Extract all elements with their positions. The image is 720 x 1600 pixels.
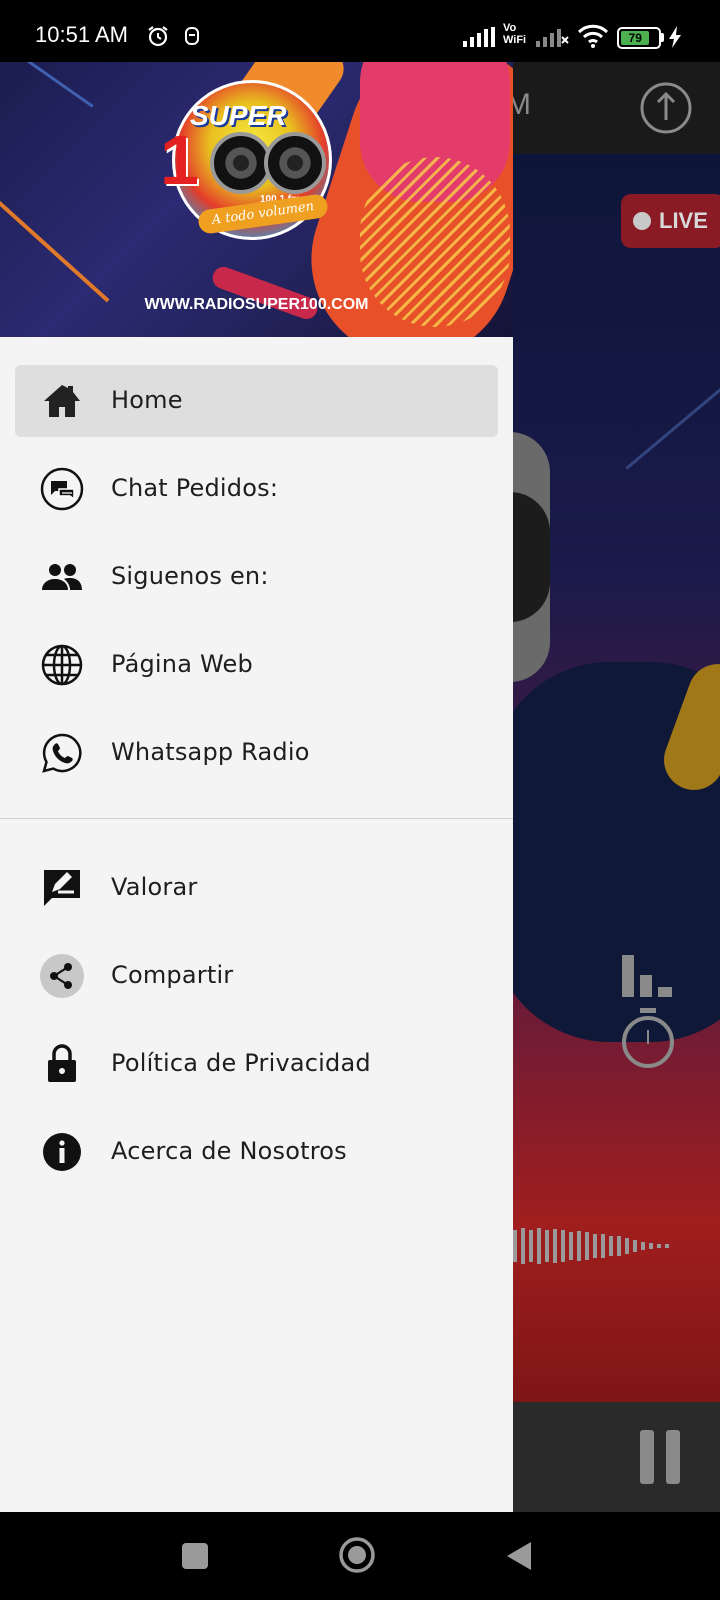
station-logo: SUPER 1 100.1 fm A todo volumen [160, 80, 335, 242]
status-bar: 10:51 AM Vo WiFi 79 [0, 0, 720, 62]
menu-item-valorar[interactable]: Valorar [0, 849, 513, 937]
whatsapp-icon [40, 731, 84, 775]
logo-super-text: SUPER [190, 100, 287, 131]
info-icon [40, 1130, 84, 1174]
menu-item-siguenos[interactable]: Siguenos en: [0, 538, 513, 626]
menu-item-politica-privacidad[interactable]: Política de Privacidad [0, 1025, 513, 1113]
alarm-icon [148, 26, 168, 47]
stats-icon[interactable] [622, 955, 674, 997]
signal-icon [536, 29, 569, 47]
rate-icon [40, 866, 84, 910]
vowifi-indicator: Vo WiFi [503, 22, 527, 46]
waveform-icon [513, 1228, 669, 1264]
status-time: 10:51 AM [35, 22, 128, 47]
pause-button[interactable] [640, 1430, 692, 1488]
chat-icon [40, 467, 84, 511]
sleep-timer-icon[interactable] [620, 1008, 676, 1068]
menu-divider [0, 818, 513, 819]
menu-item-pagina-web[interactable]: Página Web [0, 626, 513, 714]
menu-item-chat-pedidos[interactable]: Chat Pedidos: [0, 450, 513, 538]
globe-icon [40, 643, 84, 687]
home-nav-icon[interactable] [338, 1536, 376, 1574]
signal-icon [463, 27, 495, 47]
home-icon [40, 379, 84, 423]
drawer-header: SUPER 1 100.1 fm A todo volumen WWW.RADI… [0, 62, 513, 337]
menu-item-acerca-nosotros[interactable]: Acerca de Nosotros [0, 1113, 513, 1201]
share-icon [40, 954, 84, 998]
speaker-icon [264, 132, 326, 194]
logo-number: 1 [160, 121, 199, 199]
system-nav-bar [0, 1512, 720, 1600]
menu-item-home[interactable]: Home [0, 362, 513, 450]
upload-icon[interactable] [638, 80, 694, 136]
speaker-icon [210, 132, 272, 194]
station-url: WWW.RADIOSUPER100.COM [144, 296, 369, 313]
navigation-drawer: SUPER 1 100.1 fm A todo volumen WWW.RADI… [0, 62, 513, 1512]
live-dot-icon [633, 212, 651, 230]
lock-icon [40, 1042, 84, 1086]
menu-item-compartir[interactable]: Compartir [0, 937, 513, 1025]
charging-icon [669, 26, 681, 48]
battery-icon: 79 [617, 27, 661, 49]
live-badge: LIVE [621, 194, 720, 248]
wifi-icon [577, 24, 609, 48]
menu-item-whatsapp-radio[interactable]: Whatsapp Radio [0, 714, 513, 802]
drawer-menu: Home Chat Pedidos: Siguenos en: Página W… [0, 362, 513, 1201]
recents-icon[interactable] [181, 1542, 209, 1570]
people-icon [40, 555, 84, 599]
back-icon[interactable] [505, 1540, 533, 1572]
notification-icon [185, 27, 199, 45]
